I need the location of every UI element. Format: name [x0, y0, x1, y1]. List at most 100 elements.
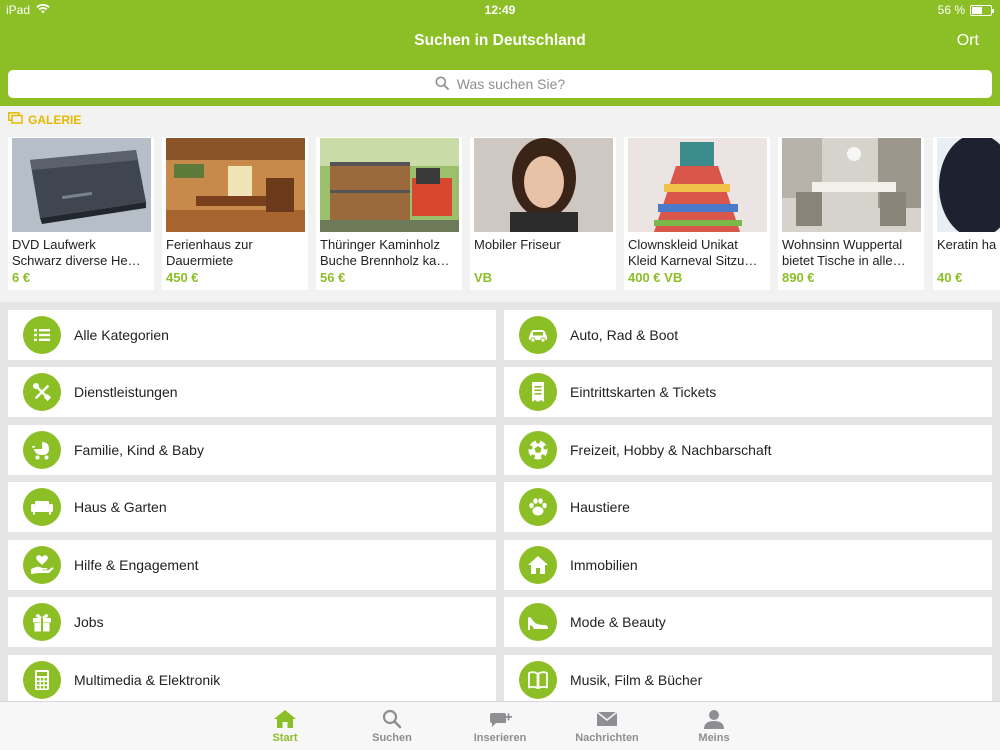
dvd-drive-photo	[12, 138, 151, 232]
category-jobs[interactable]: Jobs	[8, 597, 496, 647]
tools-icon	[23, 373, 61, 411]
post-ad-icon	[488, 708, 512, 730]
gallery-item[interactable]: Keratin ha 40 €	[933, 137, 1000, 290]
gallery-item-title: DVD Laufwerk Schwarz diverse He…	[12, 237, 141, 268]
gallery-item-price: 56 €	[320, 270, 346, 285]
gallery-item-title: Thüringer Kaminholz Buche Brennholz ka…	[320, 237, 450, 268]
category-label: Immobilien	[570, 557, 638, 573]
gallery-item[interactable]: Mobiler Friseur VB	[470, 137, 616, 290]
category-label: Haus & Garten	[74, 499, 167, 515]
book-icon	[519, 661, 557, 699]
category-label: Jobs	[74, 614, 104, 630]
category-label: Alle Kategorien	[74, 327, 169, 343]
category-hilfe-engagement[interactable]: Hilfe & Engagement	[8, 540, 496, 590]
gift-briefcase-icon	[23, 603, 61, 641]
hair-photo	[937, 138, 1000, 232]
gallery-item-price: 400 € VB	[628, 270, 683, 285]
gallery-item[interactable]: Ferienhaus zur Dauermiete 450 €	[162, 137, 308, 290]
search-icon	[382, 708, 402, 730]
location-button[interactable]: Ort	[957, 32, 979, 50]
category-musik-film-buecher[interactable]: Musik, Film & Bücher	[504, 655, 992, 701]
tab-nachrichten[interactable]: Nachrichten	[552, 702, 662, 750]
clown-dress-photo	[628, 138, 767, 232]
category-label: Freizeit, Hobby & Nachbarschaft	[570, 442, 772, 458]
gallery-item-title: Mobiler Friseur	[474, 237, 561, 252]
tab-bar: Start Suchen Inserieren Nachrichten Mein…	[0, 701, 1000, 750]
list-icon	[23, 316, 61, 354]
tab-meins[interactable]: Meins	[659, 702, 769, 750]
gallery-item[interactable]: Thüringer Kaminholz Buche Brennholz ka… 5…	[316, 137, 462, 290]
category-label: Mode & Beauty	[570, 614, 666, 630]
firewood-photo	[320, 138, 459, 232]
holiday-house-interior-photo	[166, 138, 305, 232]
category-label: Musik, Film & Bücher	[570, 672, 703, 688]
gallery-item-title: Ferienhaus zur Dauermiete	[166, 237, 253, 268]
category-haus-garten[interactable]: Haus & Garten	[8, 482, 496, 532]
tab-label: Start	[272, 732, 298, 744]
person-icon	[703, 708, 725, 730]
category-label: Auto, Rad & Boot	[570, 327, 679, 343]
category-auto-rad-boot[interactable]: Auto, Rad & Boot	[504, 310, 992, 360]
category-multimedia-elektronik[interactable]: Multimedia & Elektronik	[8, 655, 496, 701]
gallery-item-price: 890 €	[782, 270, 815, 285]
status-time: 12:49	[484, 3, 516, 17]
category-label: Haustiere	[570, 499, 630, 515]
battery-icon	[970, 4, 994, 16]
gallery-item[interactable]: DVD Laufwerk Schwarz diverse He… 6 €	[8, 137, 154, 290]
gallery-item[interactable]: Wohnsinn Wuppertal bietet Tische in alle……	[778, 137, 924, 290]
house-icon	[519, 546, 557, 584]
tab-suchen[interactable]: Suchen	[337, 702, 447, 750]
category-alle-kategorien[interactable]: Alle Kategorien	[8, 310, 496, 360]
sofa-icon	[23, 488, 61, 526]
gallery-item-title: Keratin ha	[937, 237, 997, 252]
status-bar: iPad 12:49 56 %	[0, 0, 1000, 20]
category-dienstleistungen[interactable]: Dienstleistungen	[8, 367, 496, 417]
category-haustiere[interactable]: Haustiere	[504, 482, 992, 532]
category-label: Eintrittskarten & Tickets	[570, 384, 717, 400]
category-familie-kind-baby[interactable]: Familie, Kind & Baby	[8, 425, 496, 475]
calculator-icon	[23, 661, 61, 699]
soccer-ball-icon	[519, 431, 557, 469]
high-heel-icon	[519, 603, 557, 641]
search-placeholder: Was suchen Sie?	[456, 76, 566, 92]
heart-hand-icon	[23, 546, 61, 584]
gallery-item-price: VB	[474, 270, 493, 285]
category-eintrittskarten-tickets[interactable]: Eintrittskarten & Tickets	[504, 367, 992, 417]
envelope-icon	[596, 708, 618, 730]
tab-label: Meins	[698, 732, 730, 744]
hairdresser-portrait-photo	[474, 138, 613, 232]
stroller-icon	[23, 431, 61, 469]
app-header: iPad 12:49 56 % Suchen in Deutschland Or…	[0, 0, 1000, 106]
tab-label: Suchen	[372, 732, 412, 744]
tab-label: Nachrichten	[575, 732, 639, 744]
category-mode-beauty[interactable]: Mode & Beauty	[504, 597, 992, 647]
category-label: Multimedia & Elektronik	[74, 672, 221, 688]
gallery-label: GALERIE	[28, 112, 82, 127]
category-list: Alle Kategorien Auto, Rad & Boot Dienstl…	[0, 302, 1000, 701]
tab-start[interactable]: Start	[230, 702, 340, 750]
gallery-header: GALERIE	[8, 112, 81, 127]
paw-icon	[519, 488, 557, 526]
dining-table-photo	[782, 138, 921, 232]
battery-percent: 56 %	[937, 3, 965, 17]
gallery-item-title: Clownskleid Unikat Kleid Karneval Sitzu…	[628, 237, 758, 268]
tab-inserieren[interactable]: Inserieren	[445, 702, 555, 750]
gallery-item-price: 40 €	[937, 270, 963, 285]
search-input[interactable]: Was suchen Sie?	[8, 70, 992, 98]
gallery-item-title: Wohnsinn Wuppertal bietet Tische in alle…	[782, 237, 906, 268]
car-icon	[519, 316, 557, 354]
category-freizeit-hobby-nachbarschaft[interactable]: Freizeit, Hobby & Nachbarschaft	[504, 425, 992, 475]
gallery-section[interactable]: GALERIE DVD Laufwerk Schwarz diverse He… …	[0, 106, 1000, 302]
gallery-item-price: 450 €	[166, 270, 199, 285]
gallery-item-price: 6 €	[12, 270, 31, 285]
status-right: 56 %	[937, 3, 994, 17]
ticket-icon	[519, 373, 557, 411]
category-label: Hilfe & Engagement	[74, 557, 199, 573]
category-label: Familie, Kind & Baby	[74, 442, 204, 458]
page-title[interactable]: Suchen in Deutschland	[0, 32, 1000, 50]
gallery-item[interactable]: Clownskleid Unikat Kleid Karneval Sitzu… …	[624, 137, 770, 290]
home-icon	[273, 708, 297, 730]
category-immobilien[interactable]: Immobilien	[504, 540, 992, 590]
tab-label: Inserieren	[473, 732, 527, 744]
gallery-icon	[8, 112, 23, 127]
